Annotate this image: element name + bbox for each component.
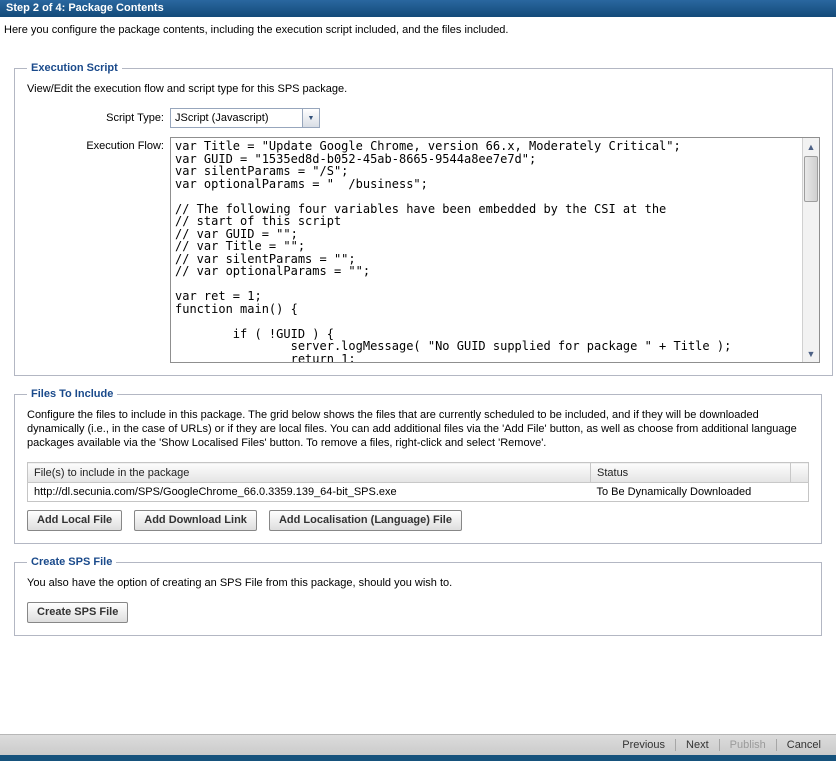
create-sps-file-button[interactable]: Create SPS File [27, 602, 128, 623]
files-to-include-section: Files To Include Configure the files to … [14, 388, 822, 544]
scrollbar-thumb[interactable] [804, 156, 818, 202]
script-type-value: JScript (Javascript) [171, 112, 302, 124]
execution-flow-code[interactable]: var Title = "Update Google Chrome, versi… [171, 138, 819, 363]
execution-script-description: View/Edit the execution flow and script … [27, 82, 820, 96]
next-button[interactable]: Next [681, 739, 714, 751]
add-download-link-button[interactable]: Add Download Link [134, 510, 257, 531]
page-description: Here you configure the package contents,… [0, 17, 836, 36]
file-status-cell: To Be Dynamically Downloaded [591, 483, 791, 502]
table-header-status[interactable]: Status [591, 463, 791, 483]
cancel-button[interactable]: Cancel [782, 739, 826, 751]
footer-separator [719, 739, 720, 751]
create-sps-legend: Create SPS File [27, 556, 116, 568]
wizard-footer: Previous Next Publish Cancel [0, 734, 836, 755]
script-type-combobox[interactable]: JScript (Javascript) ▼ [170, 108, 320, 128]
execution-script-section: Execution Script View/Edit the execution… [14, 62, 833, 376]
create-sps-description: You also have the option of creating an … [27, 576, 809, 590]
script-type-label: Script Type: [27, 112, 170, 124]
execution-flow-editor[interactable]: var Title = "Update Google Chrome, versi… [170, 137, 820, 363]
table-header-filler [791, 463, 809, 483]
add-localisation-file-button[interactable]: Add Localisation (Language) File [269, 510, 462, 531]
chevron-down-icon[interactable]: ▼ [302, 109, 319, 127]
files-table: File(s) to include in the package Status… [27, 462, 809, 502]
page-title: Step 2 of 4: Package Contents [6, 2, 164, 14]
wizard-titlebar: Step 2 of 4: Package Contents [0, 0, 836, 17]
footer-separator [675, 739, 676, 751]
footer-accent-bar [0, 755, 836, 761]
add-local-file-button[interactable]: Add Local File [27, 510, 122, 531]
file-url-cell: http://dl.secunia.com/SPS/GoogleChrome_6… [28, 483, 591, 502]
files-to-include-legend: Files To Include [27, 388, 117, 400]
create-sps-section: Create SPS File You also have the option… [14, 556, 822, 636]
execution-script-legend: Execution Script [27, 62, 122, 74]
table-row[interactable]: http://dl.secunia.com/SPS/GoogleChrome_6… [28, 483, 809, 502]
footer-separator [776, 739, 777, 751]
scroll-up-icon[interactable]: ▲ [803, 138, 819, 155]
scroll-down-icon[interactable]: ▼ [803, 345, 819, 362]
vertical-scrollbar[interactable]: ▲ ▼ [802, 138, 819, 362]
files-to-include-description: Configure the files to include in this p… [27, 408, 809, 450]
execution-flow-label: Execution Flow: [27, 137, 170, 152]
table-header-file[interactable]: File(s) to include in the package [28, 463, 591, 483]
previous-button[interactable]: Previous [617, 739, 670, 751]
publish-button: Publish [725, 739, 771, 751]
